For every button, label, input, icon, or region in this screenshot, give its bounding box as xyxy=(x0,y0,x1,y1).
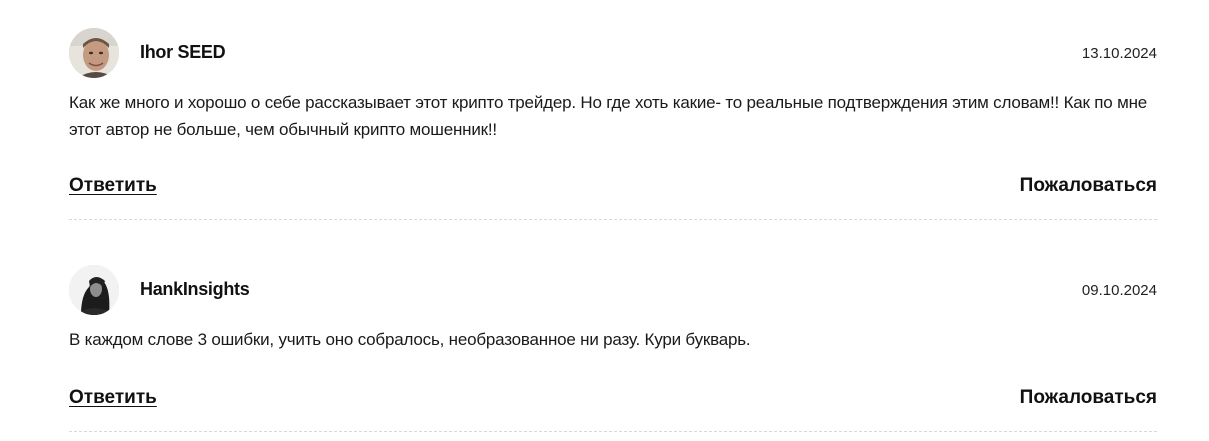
comment-divider xyxy=(69,219,1157,220)
reply-link[interactable]: Ответить xyxy=(69,175,157,197)
comment-item: HankInsights 09.10.2024 В каждом слове 3… xyxy=(69,265,1157,432)
comment-actions: Ответить Пожаловаться xyxy=(69,387,1157,413)
comment-header: Ihor SEED 13.10.2024 xyxy=(69,28,1157,78)
comment-text: В каждом слове 3 ошибки, учить оно собра… xyxy=(69,330,751,349)
reply-link[interactable]: Ответить xyxy=(69,387,157,409)
comment-text: Как же много и хорошо о себе рассказывае… xyxy=(69,93,1148,139)
comment-header: HankInsights 09.10.2024 xyxy=(69,265,1157,315)
user-photo-icon[interactable] xyxy=(69,265,119,315)
comment-author: Ihor SEED xyxy=(140,42,226,62)
comment-date: 13.10.2024 xyxy=(1081,45,1157,62)
report-link[interactable]: Пожаловаться xyxy=(1020,387,1157,409)
comment-author: HankInsights xyxy=(140,279,250,299)
user-photo-icon[interactable] xyxy=(69,28,119,78)
comment-item: Ihor SEED 13.10.2024 Как же много и хоро… xyxy=(69,28,1157,220)
comment-actions: Ответить Пожаловаться xyxy=(69,175,1157,201)
report-link[interactable]: Пожаловаться xyxy=(1020,175,1157,197)
comment-date: 09.10.2024 xyxy=(1081,282,1157,299)
comment-divider xyxy=(69,431,1157,432)
